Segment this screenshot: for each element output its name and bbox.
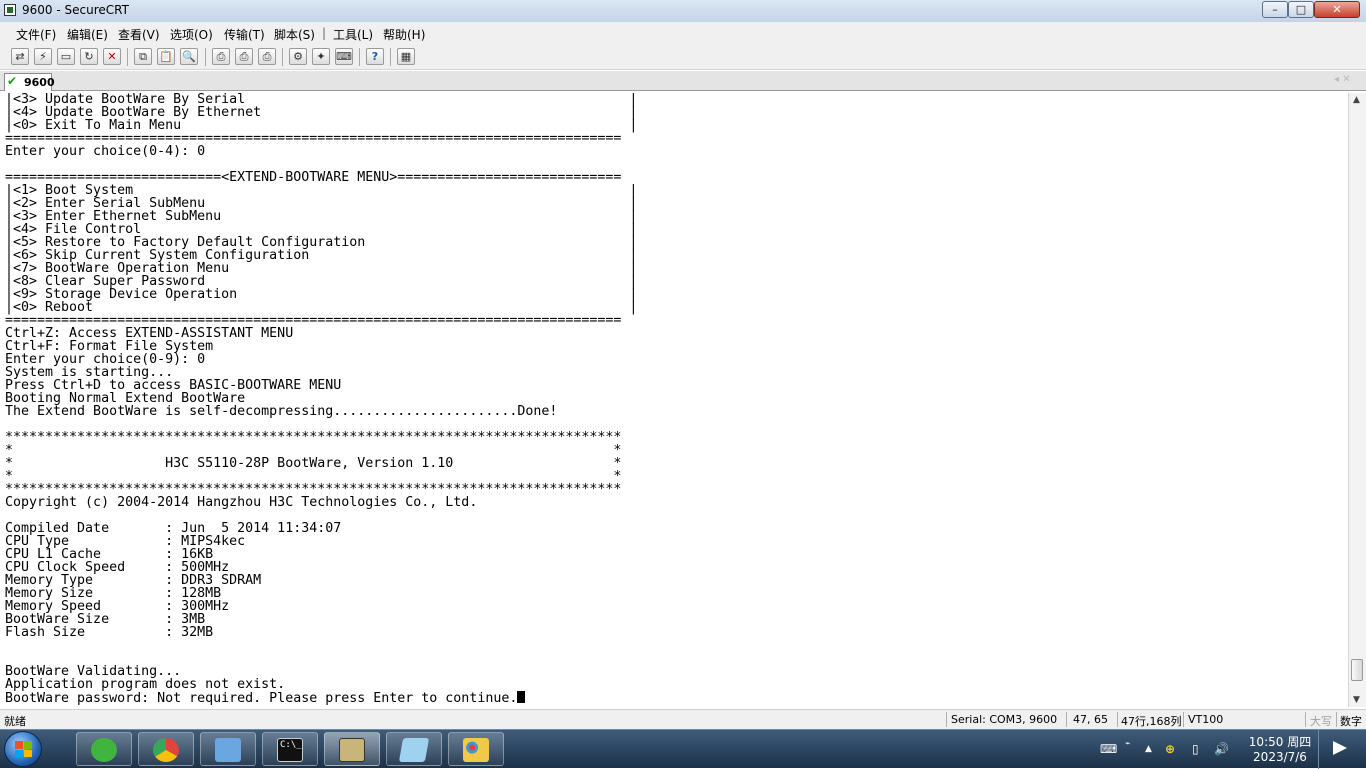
status-divider	[1336, 712, 1337, 727]
scroll-up-icon[interactable]: ▲	[1353, 95, 1360, 105]
input-method-icon[interactable]: ⌁	[1125, 739, 1130, 749]
terminal-line: Copyright (c) 2004-2014 Hangzhou H3C Tec…	[5, 495, 478, 510]
status-divider	[946, 712, 947, 727]
scrollbar-thumb[interactable]	[1351, 659, 1363, 681]
toolbar: ⇄ ⚡ ▭ ↻ ✕ ⧉ 📋 🔍 ⎙ ⎙ ⎙ ⚙ ✦ ⌨ ? ▦	[0, 44, 1366, 70]
session-tab-strip: ✔ 9600 ◂ ✕	[0, 71, 1366, 91]
tab-scroll-arrows[interactable]: ◂ ✕	[1334, 74, 1351, 85]
paint-icon	[463, 738, 489, 762]
connect-in-tab-icon[interactable]: ▭	[57, 48, 75, 65]
menu-file[interactable]: 文件(F)	[16, 26, 56, 43]
toolbar-separator	[205, 48, 206, 66]
session-options-icon[interactable]: ⚙	[289, 48, 307, 65]
print-selection-icon[interactable]: ⎙	[235, 48, 253, 65]
menu-edit[interactable]: 编辑(E)	[67, 26, 108, 43]
menu-transfer[interactable]: 传输(T)	[224, 26, 265, 43]
volume-icon[interactable]: 🔊	[1214, 742, 1229, 756]
minimize-button[interactable]: –	[1262, 1, 1288, 18]
terminal-screen[interactable]: |<3> Update BootWare By Serial | |<4> Up…	[0, 93, 1348, 707]
print-setup-icon[interactable]: ⎙	[258, 48, 276, 65]
connect-icon[interactable]: ⇄	[11, 48, 29, 65]
session-tab[interactable]: ✔ 9600	[4, 73, 55, 91]
show-desktop-button[interactable]	[1318, 730, 1366, 769]
terminal-line: BootWare password: Not required. Please …	[5, 691, 518, 706]
keymap-icon[interactable]: ⌨	[335, 48, 353, 65]
chrome-icon	[153, 738, 179, 762]
status-ready: 就绪	[4, 715, 26, 728]
title-bar: 9600 - SecureCRT – □ ✕	[0, 0, 1366, 22]
terminal-line: Application program does not exist.	[5, 677, 286, 692]
status-connection: Serial: COM3, 9600	[951, 713, 1058, 726]
terminal-line: Enter your choice(0-4): 0	[5, 144, 206, 159]
status-cursor-position: 47, 65	[1073, 713, 1108, 726]
clock-time[interactable]: 10:50 周四	[1244, 733, 1316, 750]
taskbar-app-360-browser[interactable]	[76, 732, 132, 766]
battery-icon[interactable]: ▯	[1192, 742, 1199, 756]
security-icon[interactable]: ⊕	[1165, 742, 1175, 756]
global-options-icon[interactable]: ✦	[312, 48, 330, 65]
terminal-cursor	[517, 691, 526, 703]
notepad-icon	[398, 738, 430, 762]
start-button[interactable]	[4, 731, 42, 767]
print-icon[interactable]: ⎙	[212, 48, 230, 65]
tray-expand-icon[interactable]: ▲	[1145, 744, 1152, 754]
toolbar-separator	[127, 48, 128, 66]
status-num-lock: 数字	[1340, 715, 1362, 728]
scroll-down-icon[interactable]: ▼	[1353, 695, 1360, 705]
terminal-line: The Extend BootWare is self-decompressin…	[5, 404, 558, 419]
menu-tools[interactable]: 工具(L)	[333, 26, 373, 43]
quick-connect-icon[interactable]: ⚡	[34, 48, 52, 65]
connected-check-icon: ✔	[7, 74, 18, 88]
taskbar-app-notepad[interactable]	[386, 732, 442, 766]
taskbar-app-network[interactable]	[200, 732, 256, 766]
terminal-line: Flash Size : 32MB	[5, 625, 214, 640]
status-caps-lock: 大写	[1310, 715, 1332, 728]
disconnect-icon[interactable]: ✕	[103, 48, 121, 65]
copy-icon[interactable]: ⧉	[134, 48, 152, 65]
status-bar: 就绪 Serial: COM3, 9600 47, 65 47行,168列 VT…	[0, 709, 1366, 729]
menu-bar: 文件(F) 编辑(E) 查看(V) 选项(O) 传输(T) 脚本(S) | 工具…	[0, 22, 1366, 44]
status-divider	[1066, 712, 1067, 727]
securecrt-app-icon[interactable]	[4, 4, 16, 16]
status-divider	[1183, 712, 1184, 727]
terminal-scrollbar[interactable]: ▲ ▼	[1348, 93, 1366, 707]
menu-view[interactable]: 查看(V)	[118, 26, 160, 43]
session-tab-label: 9600	[24, 76, 55, 89]
menu-options[interactable]: 选项(O)	[170, 26, 213, 43]
status-emulation: VT100	[1188, 713, 1224, 726]
taskbar-app-chrome[interactable]	[138, 732, 194, 766]
clock-date[interactable]: 2023/7/6	[1244, 750, 1316, 764]
taskbar-app-paint[interactable]	[448, 732, 504, 766]
taskbar-app-cmd[interactable]: C:\_	[262, 732, 318, 766]
maximize-button[interactable]: □	[1288, 1, 1314, 18]
window-title: 9600 - SecureCRT	[22, 3, 129, 17]
menu-script[interactable]: 脚本(S)	[274, 26, 315, 43]
windows-logo-icon	[15, 741, 32, 757]
close-button[interactable]: ✕	[1314, 1, 1360, 18]
play-icon	[1333, 741, 1347, 755]
status-divider	[1305, 712, 1306, 727]
help-icon[interactable]: ?	[366, 48, 384, 65]
paste-icon[interactable]: 📋	[157, 48, 175, 65]
cmd-icon: C:\_	[277, 738, 303, 762]
securecrt-icon	[339, 738, 365, 762]
status-divider	[1117, 712, 1118, 727]
keyboard-icon[interactable]: ⌨	[1100, 742, 1117, 756]
status-terminal-size: 47行,168列	[1121, 715, 1182, 728]
toolbar-separator	[359, 48, 360, 66]
find-icon[interactable]: 🔍	[180, 48, 198, 65]
taskbar-app-securecrt[interactable]	[324, 732, 380, 766]
reconnect-icon[interactable]: ↻	[80, 48, 98, 65]
toolbar-separator	[282, 48, 283, 66]
menu-separator: |	[322, 26, 327, 40]
menu-help[interactable]: 帮助(H)	[383, 26, 425, 43]
network-icon	[215, 738, 241, 762]
sftp-icon[interactable]: ▦	[397, 48, 415, 65]
browser-360-icon	[91, 738, 117, 762]
terminal-output: |<3> Update BootWare By Serial | |<4> Up…	[5, 93, 637, 705]
toolbar-separator	[390, 48, 391, 66]
windows-taskbar: C:\_ ⌨ ⌁ ▲ ⊕ ▯ 🔊 10:50 周四 2023/7/6	[0, 729, 1366, 769]
